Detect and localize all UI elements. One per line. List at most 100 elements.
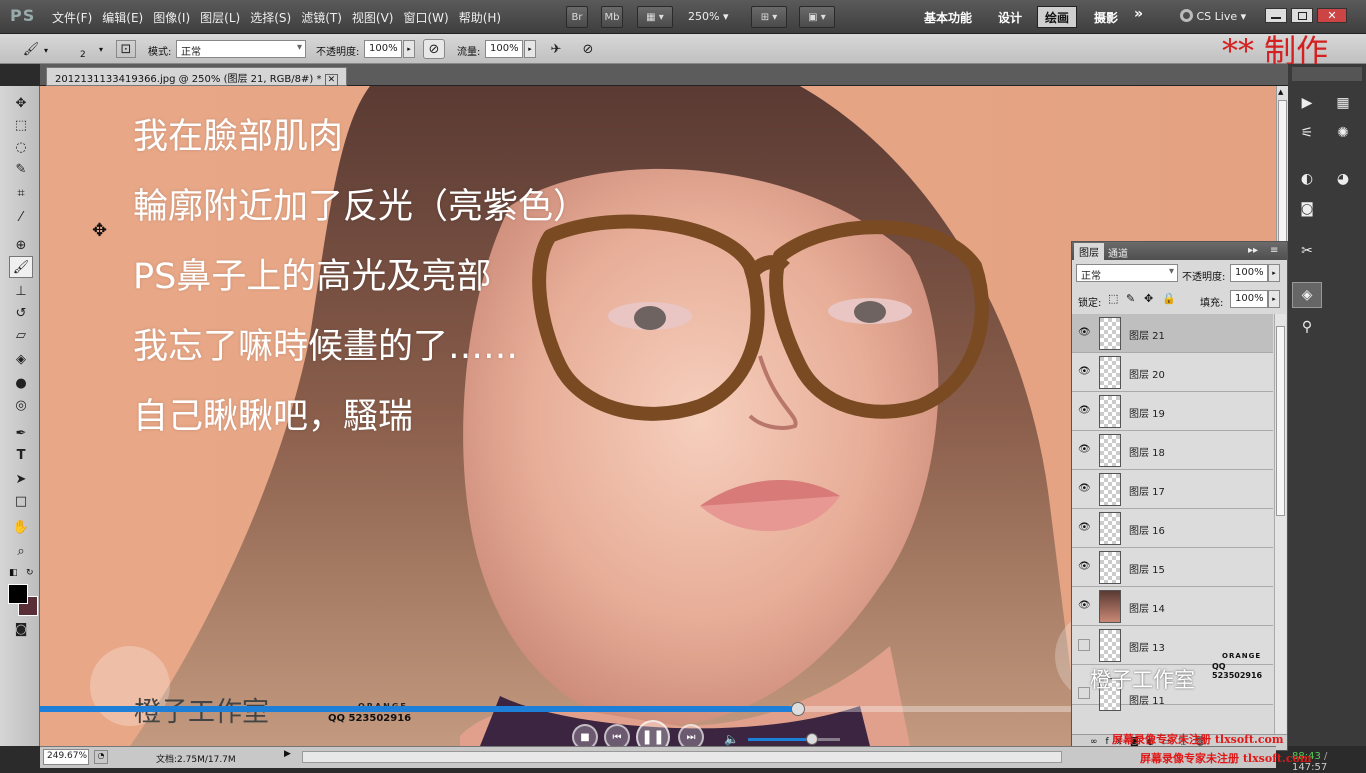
layers-panel-icon[interactable]: ◈ — [1292, 282, 1322, 308]
menu-item-image[interactable]: 图像(I) — [149, 9, 194, 26]
healing-brush-tool-icon[interactable]: ⊕ — [9, 234, 33, 256]
arrange-documents-button[interactable]: ⊞ ▾ — [751, 6, 787, 28]
status-menu-arrow-icon[interactable]: ▶ — [284, 749, 296, 765]
brush-picker-dropdown[interactable]: ▾ — [99, 45, 103, 54]
layer-row[interactable]: 👁 图层 15 — [1072, 548, 1273, 587]
path-select-tool-icon[interactable]: ➤ — [9, 468, 33, 490]
history-brush-tool-icon[interactable]: ↺ — [9, 302, 33, 324]
layers-scrollbar[interactable] — [1274, 314, 1286, 734]
eye-icon[interactable]: 👁 — [1078, 366, 1092, 378]
volume-icon[interactable]: 🔈 — [724, 732, 739, 746]
swatches-panel-icon[interactable]: ▦ — [1328, 90, 1358, 116]
adjustments-panel-icon[interactable]: ◐ — [1292, 166, 1322, 192]
menu-item-select[interactable]: 选择(S) — [246, 9, 295, 26]
document-tab[interactable]: 2012131133419366.jpg @ 250% (图层 21, RGB/… — [46, 67, 348, 86]
tablet-pressure-opacity-button[interactable]: ⊘ — [423, 39, 445, 59]
clone-source-panel-icon[interactable]: ✺ — [1328, 120, 1358, 146]
video-seek-handle[interactable] — [791, 702, 805, 716]
status-zoom-input[interactable]: 249.67% — [43, 749, 89, 765]
workspace-photography[interactable]: 摄影 — [1094, 9, 1118, 26]
eye-hidden-icon[interactable] — [1078, 639, 1090, 651]
eye-icon[interactable]: 👁 — [1078, 522, 1092, 534]
quick-select-tool-icon[interactable]: ✎ — [9, 158, 33, 180]
workspace-design[interactable]: 设计 — [998, 9, 1022, 26]
menu-item-view[interactable]: 视图(V) — [348, 9, 398, 26]
layer-row[interactable]: 👁 图层 18 — [1072, 431, 1273, 470]
flow-slider-toggle[interactable]: ▸ — [524, 40, 536, 58]
workspace-essentials[interactable]: 基本功能 — [924, 9, 972, 26]
lock-position-icon[interactable]: ✥ — [1144, 292, 1153, 305]
brush-tool-icon[interactable]: 🖌 — [9, 256, 33, 278]
scroll-up-icon[interactable]: ▲ — [1278, 88, 1287, 98]
zoom-level-select[interactable]: 250% ▾ — [688, 10, 728, 23]
layer-row[interactable]: 👁 图层 20 — [1072, 353, 1273, 392]
layer-row[interactable]: 👁 图层 14 — [1072, 587, 1273, 626]
volume-track[interactable] — [748, 733, 840, 745]
blur-tool-icon[interactable]: ◎ — [9, 394, 33, 416]
layer-row[interactable]: 👁 图层 19 — [1072, 392, 1273, 431]
actions-panel-icon[interactable]: ▶ — [1292, 90, 1322, 116]
zoom-tool-icon[interactable]: ⌕ — [9, 540, 33, 562]
fill-input[interactable]: 100% — [1230, 290, 1268, 308]
crop-tool-icon[interactable]: ⌗ — [9, 182, 33, 204]
fill-slider-toggle[interactable]: ▸ — [1268, 290, 1280, 308]
pause-button[interactable]: ❚❚ — [636, 720, 670, 746]
tool-preset-dropdown[interactable]: ▾ — [44, 46, 48, 55]
foreground-color-swatch[interactable] — [8, 584, 28, 604]
opacity-input[interactable]: 100% — [364, 40, 402, 58]
menu-item-file[interactable]: 文件(F) — [48, 9, 96, 26]
stop-button[interactable]: ■ — [572, 724, 598, 746]
blend-mode-select[interactable]: 正常 ▾ — [1076, 264, 1178, 282]
tool-presets-panel-icon[interactable]: ✂ — [1292, 238, 1322, 264]
mode-select[interactable]: 正常 ▾ — [176, 40, 306, 58]
eraser-tool-icon[interactable]: ▱ — [9, 324, 33, 346]
opacity-slider-toggle[interactable]: ▸ — [403, 40, 415, 58]
tab-channels[interactable]: 通道 — [1108, 245, 1128, 260]
close-tab-icon[interactable]: ✕ — [324, 74, 339, 86]
mini-bridge-button[interactable]: Mb — [601, 6, 623, 28]
menu-item-edit[interactable]: 编辑(E) — [98, 9, 147, 26]
tablet-pressure-size-button[interactable]: ⊘ — [577, 39, 599, 59]
shape-tool-icon[interactable]: □ — [9, 490, 33, 512]
bridge-button[interactable]: Br — [566, 6, 588, 28]
type-tool-icon[interactable]: T — [9, 444, 33, 466]
cs-live-button[interactable]: CS Live ▾ — [1180, 9, 1246, 23]
eye-icon[interactable]: 👁 — [1078, 444, 1092, 456]
brush-tool-preset-icon[interactable]: 🖌 — [20, 39, 42, 59]
layer-row[interactable]: 👁 图层 21 — [1072, 314, 1273, 353]
layer-opacity-slider-toggle[interactable]: ▸ — [1268, 264, 1280, 282]
workspace-painting[interactable]: 绘画 — [1037, 6, 1077, 28]
eye-icon[interactable]: 👁 — [1078, 483, 1092, 495]
lasso-tool-icon[interactable]: ◌ — [9, 136, 33, 158]
paths-panel-icon[interactable]: ⚲ — [1292, 314, 1322, 340]
eyedropper-tool-icon[interactable]: ⁄ — [9, 206, 33, 228]
previous-button[interactable]: ⏮ — [604, 724, 630, 746]
eye-hidden-icon[interactable] — [1078, 687, 1090, 699]
layer-row[interactable]: 👁 图层 16 — [1072, 509, 1273, 548]
lock-image-icon[interactable]: ✎ — [1126, 292, 1135, 305]
layers-scroll-thumb[interactable] — [1276, 326, 1285, 516]
view-extras-button[interactable]: ▦ ▾ — [637, 6, 673, 28]
lock-all-icon[interactable]: 🔒 — [1162, 292, 1176, 305]
menu-item-help[interactable]: 帮助(H) — [455, 9, 505, 26]
marquee-tool-icon[interactable]: ⬚ — [9, 114, 33, 136]
restore-button[interactable] — [1291, 8, 1313, 23]
airbrush-button[interactable]: ✈ — [545, 39, 567, 59]
canvas-horizontal-scrollbar[interactable] — [302, 751, 1062, 763]
clone-stamp-tool-icon[interactable]: ⊥ — [9, 280, 33, 302]
masks-panel-icon[interactable]: ◙ — [1292, 196, 1322, 222]
quick-mask-icon[interactable]: ◙ — [9, 618, 33, 640]
more-workspaces-button[interactable]: » — [1134, 6, 1143, 22]
eye-icon[interactable]: 👁 — [1078, 561, 1092, 573]
flow-input[interactable]: 100% — [485, 40, 523, 58]
brush-presets-panel-icon[interactable]: ⚟ — [1292, 120, 1322, 146]
dodge-tool-icon[interactable]: ● — [9, 372, 33, 394]
styles-panel-icon[interactable]: ◕ — [1328, 166, 1358, 192]
eye-icon[interactable]: 👁 — [1078, 600, 1092, 612]
hand-tool-icon[interactable]: ✋ — [9, 516, 33, 538]
menu-item-filter[interactable]: 滤镜(T) — [297, 9, 346, 26]
collapse-panel-icon[interactable]: ▸▸ — [1248, 245, 1258, 256]
eye-icon[interactable]: 👁 — [1078, 327, 1092, 339]
status-info-icon[interactable]: ◔ — [94, 750, 108, 764]
swap-colors-icon[interactable]: ↻ — [26, 568, 34, 578]
